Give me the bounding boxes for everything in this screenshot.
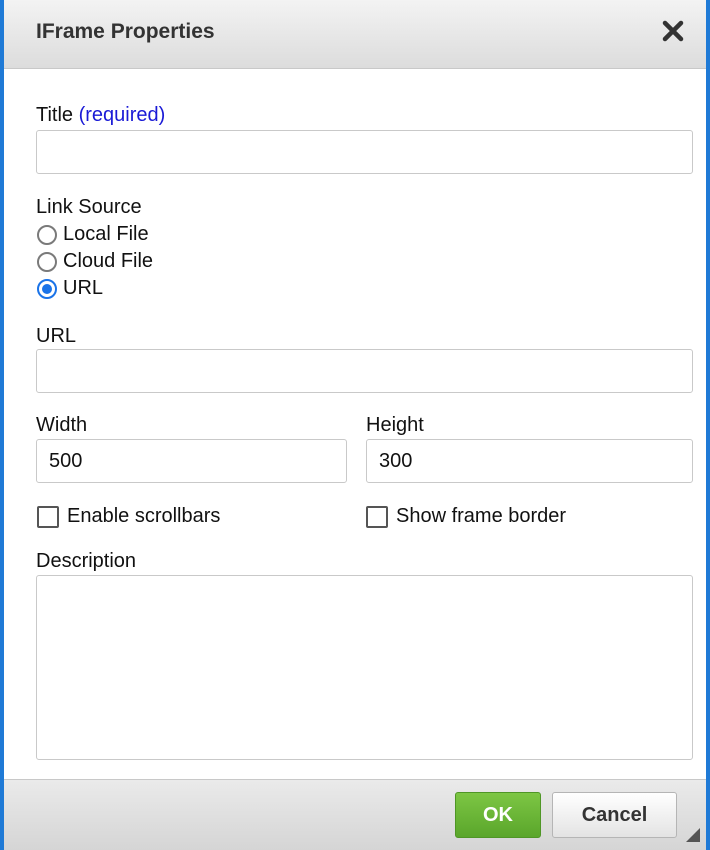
url-field-label: URL xyxy=(36,325,77,347)
title-field-label: Title (required) xyxy=(36,104,165,127)
show-frame-border-label: Show frame border xyxy=(396,505,567,527)
radio-url-circle[interactable] xyxy=(37,278,57,299)
radio-url-label: URL xyxy=(63,277,104,299)
height-input[interactable] xyxy=(366,439,693,483)
dialog-footer: OK Cancel xyxy=(4,779,706,850)
close-icon[interactable] xyxy=(658,16,688,46)
enable-scrollbars-option[interactable]: Enable scrollbars xyxy=(37,505,220,528)
cancel-button[interactable]: Cancel xyxy=(552,792,677,838)
height-field-label: Height xyxy=(366,414,424,436)
width-input[interactable] xyxy=(36,439,347,483)
show-frame-border-checkbox[interactable] xyxy=(366,505,388,528)
width-field-label: Width xyxy=(36,414,88,436)
radio-cloud-file-circle[interactable] xyxy=(37,251,57,272)
radio-local-file-label: Local File xyxy=(63,223,149,245)
resize-grip-icon[interactable] xyxy=(686,828,700,842)
radio-cloud-file[interactable]: Cloud File xyxy=(37,250,153,273)
required-indicator: (required) xyxy=(78,104,166,126)
enable-scrollbars-label: Enable scrollbars xyxy=(67,505,221,527)
title-label-text: Title xyxy=(36,104,74,126)
radio-cloud-file-label: Cloud File xyxy=(63,250,154,272)
dialog-title: IFrame Properties xyxy=(36,20,215,43)
radio-local-file[interactable]: Local File xyxy=(37,223,149,246)
radio-local-file-circle[interactable] xyxy=(37,224,57,245)
description-textarea[interactable] xyxy=(36,575,693,760)
ok-button[interactable]: OK xyxy=(455,792,541,838)
description-field-label: Description xyxy=(36,550,137,572)
link-source-label: Link Source xyxy=(36,196,142,218)
title-input[interactable] xyxy=(36,130,693,174)
url-input[interactable] xyxy=(36,349,693,393)
show-frame-border-option[interactable]: Show frame border xyxy=(366,505,566,528)
radio-url[interactable]: URL xyxy=(37,277,103,300)
enable-scrollbars-checkbox[interactable] xyxy=(37,505,59,528)
iframe-properties-dialog: IFrame Properties Title (required) Link … xyxy=(0,0,710,850)
dialog-titlebar[interactable]: IFrame Properties xyxy=(4,0,706,69)
